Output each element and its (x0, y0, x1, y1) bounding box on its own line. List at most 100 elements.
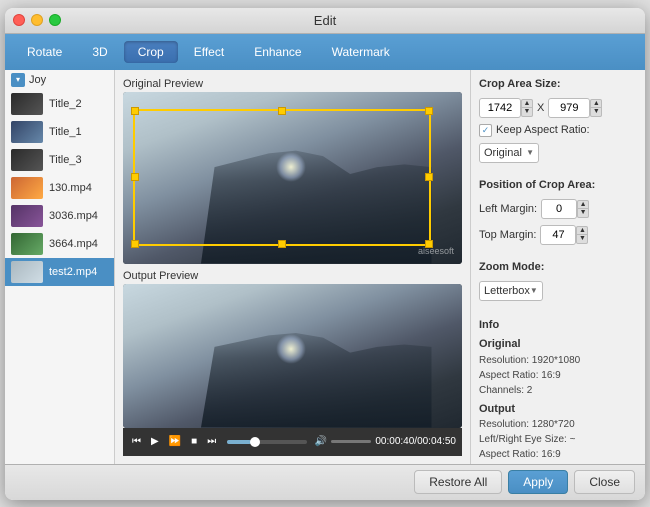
thumb-title3 (11, 149, 43, 171)
sidebar-item-title3[interactable]: Title_3 (5, 146, 114, 174)
volume-icon[interactable]: 🔊 (315, 436, 327, 447)
sidebar-item-title2[interactable]: Title_2 (5, 90, 114, 118)
top-margin-label: Top Margin: (479, 229, 536, 241)
sidebar-item-title1[interactable]: Title_1 (5, 118, 114, 146)
bottom-bar: Restore All Apply Close (5, 464, 645, 500)
top-margin-input[interactable] (540, 225, 576, 245)
crop-handle-bm[interactable] (278, 240, 286, 248)
sidebar-item-test2mp4[interactable]: test2.mp4 (5, 258, 114, 286)
original-preview-label: Original Preview (123, 78, 462, 90)
height-down-btn[interactable]: ▼ (590, 108, 602, 117)
stop-button[interactable]: ■ (188, 435, 200, 448)
crop-size-row: ▲ ▼ X ▲ ▼ (479, 98, 637, 118)
height-up-btn[interactable]: ▲ (590, 99, 602, 108)
height-stepper: ▲ ▼ (590, 99, 602, 117)
progress-knob[interactable] (250, 437, 260, 447)
keep-aspect-row: ✓ Keep Aspect Ratio: (479, 124, 637, 137)
width-input-group: ▲ ▼ (479, 98, 533, 118)
width-up-btn[interactable]: ▲ (521, 99, 533, 108)
aspect-select[interactable]: Original ▼ (479, 143, 539, 163)
aspect-value: Original (484, 147, 522, 159)
original-aspect: Aspect Ratio: 16:9 (479, 368, 637, 383)
sidebar-item-3036mp4[interactable]: 3036.mp4 (5, 202, 114, 230)
output-heading: Output (479, 401, 637, 418)
x-separator: X (537, 102, 544, 114)
enhance-tab[interactable]: Enhance (240, 41, 315, 63)
crop-handle-bl[interactable] (131, 240, 139, 248)
left-margin-input[interactable] (541, 199, 577, 219)
output-resolution: Resolution: 1280*720 (479, 417, 637, 432)
crop-handle-tm[interactable] (278, 107, 286, 115)
skip-forward-button[interactable]: ⏭ (204, 435, 219, 448)
keep-aspect-checkbox[interactable]: ✓ (479, 124, 492, 137)
time-display: 00:00:40/00:04:50 (375, 436, 456, 447)
rotate-tab[interactable]: Rotate (13, 41, 76, 63)
playback-bar: ⏮ ▶ ⏩ ■ ⏭ 🔊 00:00:40/00:04:50 (123, 428, 462, 456)
crop-handle-tr[interactable] (425, 107, 433, 115)
crop-handle-tl[interactable] (131, 107, 139, 115)
info-heading: Info (479, 317, 637, 334)
keep-aspect-label: Keep Aspect Ratio: (496, 124, 590, 136)
restore-all-button[interactable]: Restore All (414, 470, 502, 494)
skip-back-button[interactable]: ⏮ (129, 435, 144, 448)
preview-area: Original Preview (115, 70, 470, 464)
zoom-select[interactable]: Letterbox ▼ (479, 281, 543, 301)
crop-box[interactable] (133, 109, 431, 247)
sidebar-item-130mp4[interactable]: 130.mp4 (5, 174, 114, 202)
play-button[interactable]: ▶ (148, 435, 162, 448)
original-preview-section: Original Preview (123, 78, 462, 264)
left-margin-down-btn[interactable]: ▼ (577, 209, 589, 218)
main-window: Edit Rotate 3D Crop Effect Enhance Water… (5, 8, 645, 500)
width-input[interactable] (479, 98, 521, 118)
top-margin-down-btn[interactable]: ▼ (576, 235, 588, 244)
top-margin-row: Top Margin: ▲ ▼ (479, 225, 637, 245)
title-bar: Edit (5, 8, 645, 34)
left-margin-up-btn[interactable]: ▲ (577, 200, 589, 209)
thumb-3036mp4 (11, 205, 43, 227)
close-button-bar[interactable]: Close (574, 470, 635, 494)
thumb-title1 (11, 121, 43, 143)
thumb-title2 (11, 93, 43, 115)
maximize-button[interactable] (49, 14, 61, 26)
position-label: Position of Crop Area: (479, 179, 637, 191)
traffic-lights (13, 14, 61, 26)
zoom-select-arrow: ▼ (530, 286, 538, 295)
thumb-130mp4 (11, 177, 43, 199)
output-aspect: Aspect Ratio: 16:9 (479, 447, 637, 462)
zoom-value: Letterbox (484, 285, 530, 297)
apply-button[interactable]: Apply (508, 470, 568, 494)
crop-handle-lm[interactable] (131, 173, 139, 181)
progress-bar[interactable] (227, 440, 307, 444)
aspect-select-arrow: ▼ (526, 148, 534, 157)
left-margin-input-group: ▲ ▼ (541, 199, 589, 219)
height-input[interactable] (548, 98, 590, 118)
collapse-icon: ▾ (11, 73, 25, 87)
zoom-mode-label: Zoom Mode: (479, 261, 637, 273)
output-eye: Left/Right Eye Size: ~ (479, 432, 637, 447)
output-preview-video[interactable] (123, 284, 462, 428)
left-margin-stepper: ▲ ▼ (577, 200, 589, 218)
watermark-tab[interactable]: Watermark (318, 41, 404, 63)
close-button[interactable] (13, 14, 25, 26)
height-input-group: ▲ ▼ (548, 98, 602, 118)
output-preview-label: Output Preview (123, 270, 462, 282)
crop-handle-rm[interactable] (425, 173, 433, 181)
minimize-button[interactable] (31, 14, 43, 26)
volume-bar[interactable] (331, 440, 371, 443)
width-down-btn[interactable]: ▼ (521, 108, 533, 117)
original-resolution: Resolution: 1920*1080 (479, 353, 637, 368)
thumb-test2mp4 (11, 261, 43, 283)
info-block: Info Original Resolution: 1920*1080 Aspe… (479, 317, 637, 464)
output-preview-section: Output Preview ⏮ ▶ ⏩ ■ ⏭ (123, 270, 462, 456)
top-margin-up-btn[interactable]: ▲ (576, 226, 588, 235)
crop-overlay[interactable] (123, 92, 462, 264)
top-margin-stepper: ▲ ▼ (576, 226, 588, 244)
original-preview-video[interactable]: aiseesoft (123, 92, 462, 264)
crop-tab[interactable]: Crop (124, 41, 178, 63)
3d-tab[interactable]: 3D (78, 41, 121, 63)
main-content: ▾ Joy Title_2 Title_1 Title_3 130.mp4 (5, 70, 645, 464)
sidebar-item-3664mp4[interactable]: 3664.mp4 (5, 230, 114, 258)
effect-tab[interactable]: Effect (180, 41, 238, 63)
sidebar-item-joy[interactable]: ▾ Joy (5, 70, 114, 90)
fast-forward-button[interactable]: ⏩ (166, 435, 184, 448)
